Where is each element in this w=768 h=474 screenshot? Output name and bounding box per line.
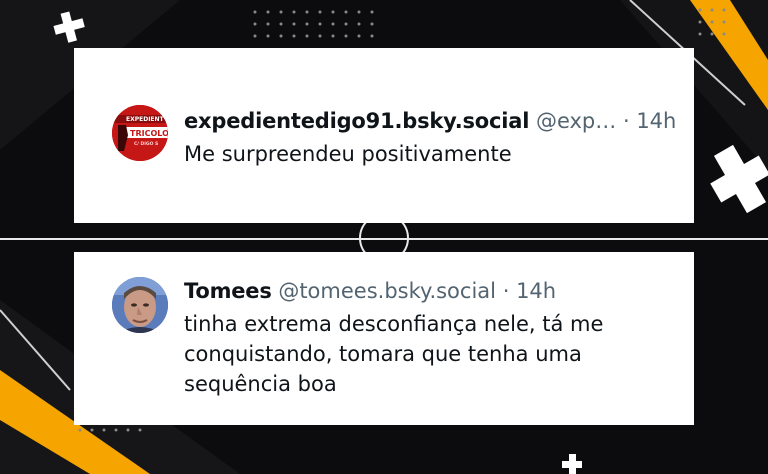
post-card[interactable]: EXPEDIENT TRICOLO C/ DIGO S expedientedi… <box>74 48 694 223</box>
post-header: expedientedigo91.bsky.social @exp… · 14h <box>184 108 676 134</box>
author-handle[interactable]: @tomees.bsky.social <box>278 279 496 303</box>
post-card[interactable]: Tomees @tomees.bsky.social · 14h tinha e… <box>74 252 694 425</box>
man-face-photo-avatar[interactable] <box>112 277 168 333</box>
separator-dot: · <box>622 109 630 133</box>
red-club-logo-avatar[interactable]: EXPEDIENT TRICOLO C/ DIGO S <box>112 105 168 161</box>
post-text: Me surpreendeu positivamente <box>184 142 512 166</box>
avatar-text-top: EXPEDIENT <box>126 116 165 123</box>
post-timestamp[interactable]: 14h <box>636 109 676 133</box>
author-display-name[interactable]: expedientedigo91.bsky.social <box>184 109 529 133</box>
center-field-line <box>0 238 768 240</box>
post-header: Tomees @tomees.bsky.social · 14h <box>184 278 556 304</box>
post-text: tinha extrema desconfiança nele, tá me c… <box>184 312 604 396</box>
author-display-name[interactable]: Tomees <box>184 279 272 303</box>
avatar-face-graphic <box>112 277 168 333</box>
dot-grid-top <box>253 10 374 38</box>
author-handle[interactable]: @exp… <box>536 109 616 133</box>
avatar-logo-graphic: EXPEDIENT TRICOLO C/ DIGO S <box>112 105 168 161</box>
post-timestamp[interactable]: 14h <box>516 279 556 303</box>
avatar-text-bottom: C/ DIGO S <box>134 141 158 147</box>
plus-shape-bottom <box>562 454 582 474</box>
avatar-text-mid: TRICOLO <box>130 129 168 138</box>
separator-dot: · <box>502 279 510 303</box>
